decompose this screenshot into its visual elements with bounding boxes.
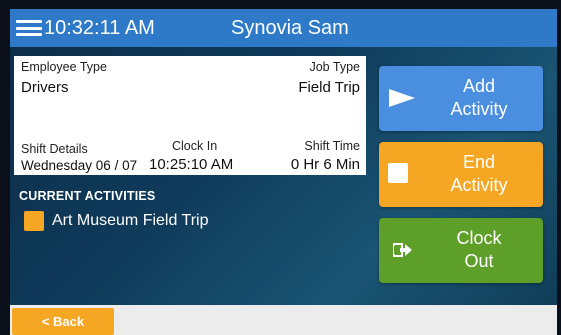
shift-time-label: Shift Time <box>304 139 360 153</box>
job-type-value: Field Trip <box>298 79 360 96</box>
current-time: 10:32:11 AM <box>44 17 155 39</box>
hamburger-menu-icon[interactable] <box>16 20 42 36</box>
add-activity-label: Add Activity <box>415 75 543 121</box>
clock-out-button[interactable]: Clock Out <box>379 218 543 283</box>
end-activity-line1: End <box>462 152 496 172</box>
clock-out-label: Clock Out <box>415 227 543 273</box>
job-type-label: Job Type <box>309 60 360 74</box>
device-frame: 10:32:11 AM Synovia Sam Employee Type Dr… <box>0 0 561 335</box>
shift-details-value: Wednesday 06 / 07 <box>21 158 138 173</box>
play-icon <box>389 89 415 107</box>
bottom-bar: < Back <box>10 305 557 335</box>
clock-in-value: 10:25:10 AM <box>149 156 234 173</box>
clock-out-line2: Out <box>464 251 494 271</box>
add-activity-button[interactable]: Add Activity <box>379 66 543 131</box>
end-activity-button[interactable]: End Activity <box>379 142 543 207</box>
header-bar: 10:32:11 AM Synovia Sam <box>10 9 557 47</box>
add-activity-line1: Add <box>462 76 496 96</box>
activity-color-swatch <box>24 211 44 231</box>
exit-icon <box>393 243 412 257</box>
employee-type-label: Employee Type <box>21 60 107 74</box>
employee-type-value: Drivers <box>21 79 69 96</box>
activity-label: Art Museum Field Trip <box>52 212 209 229</box>
shift-time-value: 0 Hr 6 Min <box>290 156 360 173</box>
add-activity-line2: Activity <box>450 99 508 119</box>
stop-icon <box>388 163 408 183</box>
end-activity-line2: Activity <box>450 175 508 195</box>
current-activities-title: CURRENT ACTIVITIES <box>19 189 156 203</box>
shift-info-card: Employee Type Drivers Job Type Field Tri… <box>14 56 366 175</box>
app-screen: 10:32:11 AM Synovia Sam Employee Type Dr… <box>10 9 557 335</box>
shift-details-label: Shift Details <box>21 142 88 156</box>
back-button[interactable]: < Back <box>12 308 114 335</box>
clock-out-line1: Clock <box>456 228 502 248</box>
clock-in-label: Clock In <box>172 139 218 153</box>
user-name: Synovia Sam <box>231 17 349 39</box>
end-activity-label: End Activity <box>415 151 543 197</box>
